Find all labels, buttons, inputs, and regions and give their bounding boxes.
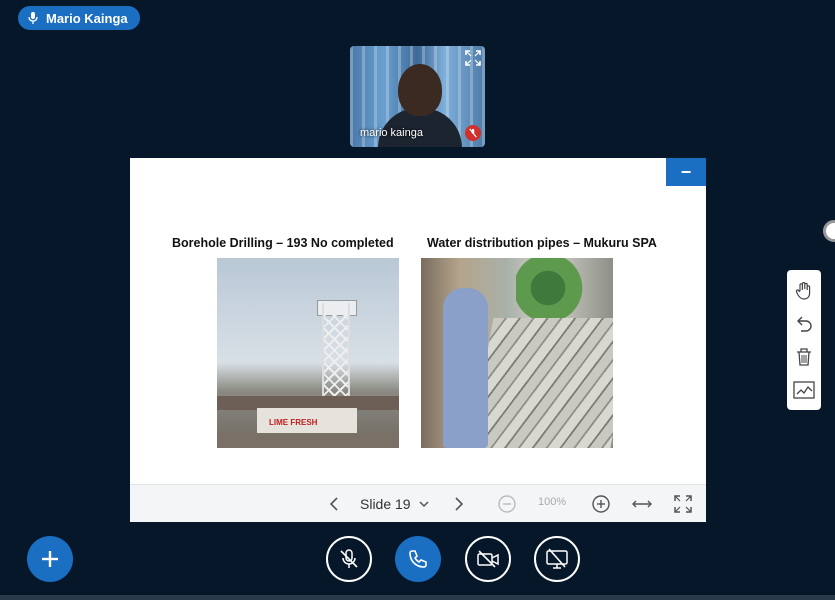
- zoom-in-icon: [592, 495, 610, 513]
- fit-width-button[interactable]: [630, 494, 654, 514]
- zoom-out-button[interactable]: [496, 493, 518, 515]
- trees: [516, 258, 596, 318]
- microphone-icon: [28, 12, 38, 24]
- screen-share-button[interactable]: [534, 536, 580, 582]
- hand-icon: [795, 281, 811, 300]
- whiteboard-button[interactable]: [792, 378, 816, 402]
- plus-icon: [42, 551, 58, 567]
- fullscreen-presentation-button[interactable]: [673, 494, 693, 514]
- pan-tool-button[interactable]: [792, 279, 816, 303]
- actions-button[interactable]: [27, 536, 73, 582]
- bottom-bar: [0, 595, 835, 600]
- water-tower: [322, 303, 350, 398]
- slide-caption-right: Water distribution pipes – Mukuru SPA: [427, 236, 657, 250]
- chevron-down-icon: [419, 501, 429, 508]
- ground: [217, 433, 399, 448]
- webcam-tile[interactable]: mario kainga: [350, 46, 485, 147]
- webcam-participant-name: mario kainga: [360, 127, 423, 139]
- slide-caption-left: Borehole Drilling – 193 No completed: [172, 236, 394, 250]
- minimize-presentation-button[interactable]: −: [666, 158, 706, 186]
- muted-icon: [465, 125, 481, 141]
- fullscreen-icon[interactable]: [465, 50, 481, 66]
- worker: [443, 288, 488, 448]
- clear-annotations-button[interactable]: [792, 345, 816, 369]
- audio-button[interactable]: [395, 536, 441, 582]
- zoom-out-icon: [498, 495, 516, 513]
- zoom-in-button[interactable]: [590, 493, 612, 515]
- video-off-icon: [477, 550, 499, 568]
- webcam-person-head: [398, 64, 442, 116]
- speaker-name: Mario Kainga: [46, 10, 128, 26]
- mute-button[interactable]: [326, 536, 372, 582]
- wall-sign-text: LIME FRESH: [269, 418, 318, 427]
- chart-line-icon: [793, 380, 815, 399]
- next-slide-button[interactable]: [450, 494, 468, 514]
- borehole-photo: LIME FRESH: [217, 258, 399, 448]
- fit-width-icon: [632, 500, 652, 508]
- presentation-toolbar: Slide 19 100%: [130, 484, 706, 522]
- chevron-right-icon: [455, 497, 464, 511]
- panel-resize-handle[interactable]: [823, 220, 835, 242]
- screen-share-off-icon: [546, 548, 568, 569]
- pipes-photo: [421, 258, 613, 448]
- zoom-level: 100%: [538, 496, 567, 508]
- slide-selector-label: Slide 19: [360, 496, 411, 512]
- chevron-left-icon: [329, 497, 338, 511]
- trash-icon: [797, 347, 811, 366]
- fullscreen-icon: [674, 495, 692, 513]
- pipe-stack: [468, 318, 613, 448]
- video-button[interactable]: [465, 536, 511, 582]
- slide-selector[interactable]: Slide 19: [360, 494, 429, 514]
- microphone-off-icon: [340, 549, 358, 568]
- speaker-pill: Mario Kainga: [18, 6, 140, 30]
- undo-button[interactable]: [792, 312, 816, 336]
- annotation-toolbar: [787, 270, 821, 410]
- phone-icon: [409, 550, 427, 568]
- previous-slide-button[interactable]: [325, 494, 343, 514]
- presentation-area: − Borehole Drilling – 193 No completed W…: [130, 158, 706, 522]
- undo-icon: [797, 316, 812, 332]
